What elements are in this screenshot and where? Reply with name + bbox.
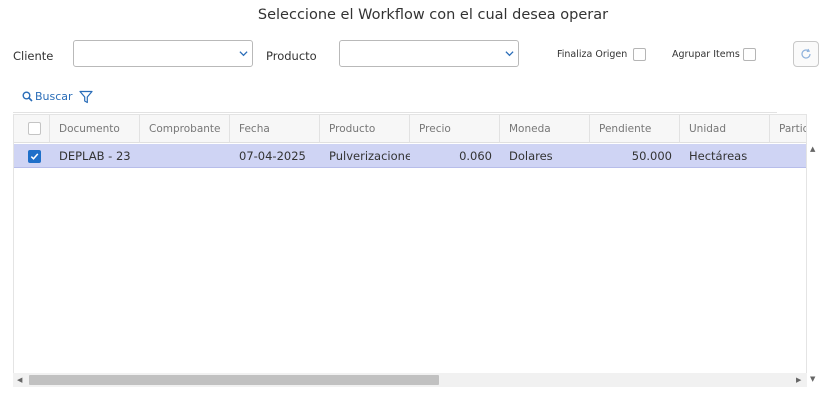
cell-producto: Pulverizaciones (329, 149, 410, 163)
cell-moneda: Dolares (509, 149, 553, 163)
column-header-fecha[interactable]: Fecha (230, 115, 320, 143)
table-row[interactable]: DEPLAB - 23 07-04-2025 Pulverizaciones 0… (14, 144, 806, 168)
column-header-comprobante[interactable]: Comprobante (140, 115, 230, 143)
vertical-scrollbar[interactable]: ▲ ▼ (807, 142, 820, 386)
column-header-producto[interactable]: Producto (320, 115, 410, 143)
workflow-grid: Documento Comprobante Fecha Producto Pre… (13, 114, 807, 386)
producto-select[interactable] (339, 40, 519, 67)
scroll-up-icon[interactable]: ▲ (810, 146, 815, 153)
check-icon (30, 153, 39, 160)
cell-precio: 0.060 (459, 149, 492, 163)
agrupar-items-label: Agrupar Items (672, 49, 740, 60)
row-select-cell (14, 144, 50, 168)
chevron-down-icon (505, 51, 514, 57)
column-header-pendiente[interactable]: Pendiente (590, 115, 680, 143)
row-checkbox[interactable] (28, 150, 41, 163)
finaliza-origen-checkbox[interactable] (633, 48, 646, 61)
column-header-unidad[interactable]: Unidad (680, 115, 770, 143)
grid-toolbar: Buscar (13, 86, 777, 113)
scroll-left-icon[interactable]: ◀ (17, 377, 22, 384)
search-icon (22, 91, 33, 102)
refresh-button[interactable] (793, 41, 819, 67)
cell-partida (770, 144, 806, 168)
finaliza-origen-label: Finaliza Origen (557, 49, 628, 60)
column-header-documento[interactable]: Documento (50, 115, 140, 143)
column-header-partida[interactable]: Partida (770, 115, 806, 143)
horizontal-scroll-thumb[interactable] (29, 375, 439, 385)
search-button[interactable]: Buscar (22, 90, 73, 103)
cell-comprobante (140, 144, 230, 168)
cliente-select[interactable] (73, 40, 253, 67)
grid-header: Documento Comprobante Fecha Producto Pre… (14, 115, 806, 143)
search-button-label: Buscar (35, 90, 73, 103)
cell-pendiente: 50.000 (631, 149, 672, 163)
scroll-right-icon[interactable]: ▶ (796, 377, 801, 384)
column-header-precio[interactable]: Precio (410, 115, 500, 143)
cell-fecha: 07-04-2025 (239, 149, 306, 163)
agrupar-items-checkbox[interactable] (743, 48, 756, 61)
refresh-icon (801, 48, 811, 59)
scroll-down-icon[interactable]: ▼ (810, 376, 815, 383)
chevron-down-icon (239, 51, 248, 57)
header-select-all-cell (14, 115, 50, 143)
cell-unidad: Hectáreas (689, 149, 748, 163)
producto-label: Producto (266, 49, 317, 63)
column-header-moneda[interactable]: Moneda (500, 115, 590, 143)
cliente-label: Cliente (13, 49, 54, 63)
filter-button[interactable] (79, 89, 93, 108)
cell-documento: DEPLAB - 23 (59, 149, 131, 163)
horizontal-scrollbar[interactable]: ◀ ▶ (13, 373, 807, 387)
select-all-checkbox[interactable] (28, 122, 41, 135)
page-title: Seleccione el Workflow con el cual desea… (257, 7, 609, 23)
filter-icon (79, 90, 93, 104)
